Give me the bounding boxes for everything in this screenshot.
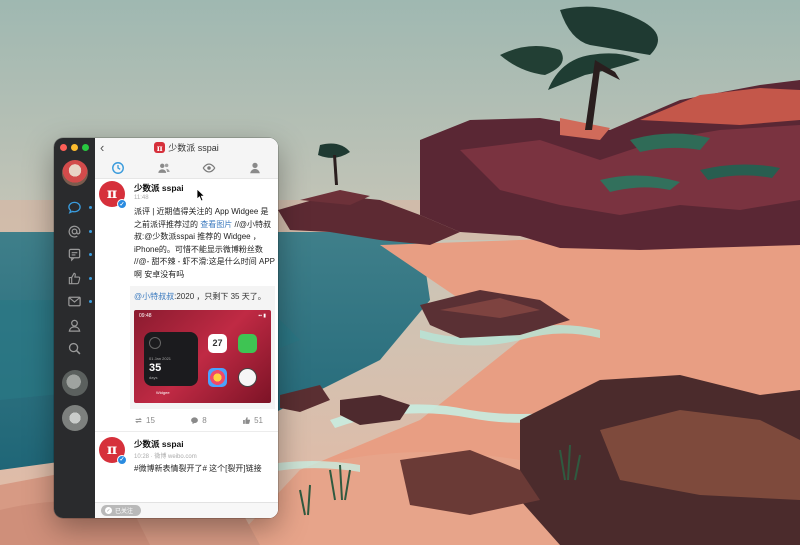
clock-icon xyxy=(111,161,124,174)
user-avatar[interactable] xyxy=(61,160,88,186)
at-mention-icon xyxy=(68,225,81,238)
title-bar: ‹ π 少数派 sspai xyxy=(95,138,278,157)
feed-post[interactable]: π ✓ 少数派 sspai 11:48 派评 | 近期值得关注的 App Wid… xyxy=(95,179,278,425)
follow-bar: ✓ 已关注 xyxy=(95,502,278,518)
sidebar-item-home[interactable] xyxy=(54,196,95,220)
messages-app-icon xyxy=(238,333,257,353)
comment-button[interactable]: 8 xyxy=(190,416,207,425)
person-icon xyxy=(68,319,81,332)
chat-bubble-icon xyxy=(68,201,81,215)
main-panel: ‹ π 少数派 sspai π ✓ 少数派 sspai 11:48 派评 | 近… xyxy=(95,138,278,518)
clock-app-icon xyxy=(238,367,257,387)
post-time: 10:28 · 微博 weibo.com xyxy=(134,453,197,460)
repost-button[interactable]: 15 xyxy=(134,416,155,425)
sidebar-item-search[interactable] xyxy=(54,337,95,361)
person-icon xyxy=(250,162,260,173)
photos-app-icon xyxy=(208,367,227,387)
author-avatar[interactable]: π ✓ xyxy=(99,181,127,209)
account-avatar[interactable] xyxy=(61,369,88,396)
post-image[interactable]: 09:48 ▪▪ ▮ 01 Jan 2021 35 days 27 Widgee xyxy=(134,309,271,403)
profile-tabs xyxy=(95,157,278,179)
account-avatar[interactable] xyxy=(61,404,88,431)
sidebar-item-comments[interactable] xyxy=(54,243,95,267)
close-window-button[interactable] xyxy=(60,144,67,151)
repost-icon xyxy=(135,417,142,423)
thumbs-up-icon xyxy=(243,416,251,424)
weibo-app-window: ‹ π 少数派 sspai π ✓ 少数派 sspai 11:48 派评 | 近… xyxy=(54,138,278,518)
checkmark-icon: ✓ xyxy=(105,507,112,514)
calendar-app-icon: 27 xyxy=(208,333,227,353)
post-text: 派评 | 近期值得关注的 App Widgee 是之前派评推荐过的 查看图片 /… xyxy=(134,207,275,279)
feed-post[interactable]: π ✓ 少数派 sspai 10:28 · 微博 weibo.com #微博新表… xyxy=(95,435,278,476)
tab-views[interactable] xyxy=(189,161,229,175)
zoom-window-button[interactable] xyxy=(82,144,89,151)
comment-icon xyxy=(191,416,199,424)
sidebar-item-likes[interactable] xyxy=(54,267,95,291)
timeline-feed[interactable]: π ✓ 少数派 sspai 11:48 派评 | 近期值得关注的 App Wid… xyxy=(95,179,278,518)
author-avatar[interactable]: π ✓ xyxy=(99,436,127,465)
search-icon xyxy=(68,343,81,355)
post-text: #微博新表情裂开了# 这个[裂开]链接 xyxy=(134,463,262,473)
view-image-link[interactable]: 查看图片 xyxy=(200,220,232,229)
post-actions: 15 8 51 xyxy=(134,416,275,425)
sidebar-item-mentions[interactable] xyxy=(54,220,95,244)
widget-preview: 01 Jan 2021 35 days xyxy=(144,331,198,386)
sidebar-item-profile[interactable] xyxy=(54,314,95,338)
like-button[interactable]: 51 xyxy=(242,416,263,425)
mail-icon xyxy=(68,296,81,307)
verified-badge-icon: ✓ xyxy=(117,454,127,465)
sidebar-item-messages[interactable] xyxy=(54,290,95,314)
verified-badge-icon: ✓ xyxy=(117,199,127,209)
sspai-logo: π xyxy=(154,142,166,153)
eye-icon xyxy=(202,162,216,173)
tab-followers[interactable] xyxy=(144,161,184,175)
sidebar xyxy=(54,138,95,518)
comment-icon xyxy=(68,248,81,262)
reposted-content[interactable]: @小特叔叔:2020 ，只剩下 35 天了。 09:48 ▪▪ ▮ 01 Jan … xyxy=(130,286,275,409)
minimize-window-button[interactable] xyxy=(71,144,78,151)
followed-button[interactable]: ✓ 已关注 xyxy=(101,505,142,516)
repost-text: @小特叔叔:2020 ，只剩下 35 天了。 xyxy=(134,292,266,301)
back-button[interactable]: ‹ xyxy=(100,140,104,155)
post-divider xyxy=(95,430,278,432)
thumbs-up-icon xyxy=(68,272,81,284)
page-title: 少数派 sspai xyxy=(168,143,219,153)
tab-timeline[interactable] xyxy=(98,161,138,175)
mouse-cursor-icon xyxy=(196,188,206,202)
author-name[interactable]: 少数派 sspai xyxy=(134,438,275,450)
window-controls xyxy=(60,144,89,151)
tab-profile[interactable] xyxy=(235,161,275,175)
people-icon xyxy=(157,163,170,173)
mention-link[interactable]: @小特叔叔 xyxy=(134,292,174,301)
